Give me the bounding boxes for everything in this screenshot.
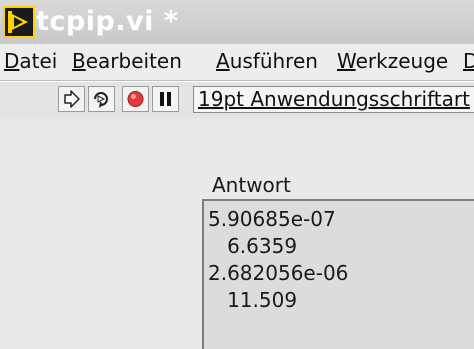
pause-button[interactable] (152, 86, 179, 112)
indicator-line: 5.90685e-07 (208, 207, 336, 231)
indicator-label: Antwort (212, 173, 291, 197)
indicator-line: 11.509 (208, 288, 298, 312)
labview-vi-icon[interactable] (3, 6, 35, 38)
menu-datei[interactable]: Datei (4, 49, 57, 73)
menu-bearbeiten-accel: B (72, 49, 86, 73)
menu-more[interactable]: D (463, 49, 474, 73)
menu-datei-accel: D (4, 49, 20, 73)
run-continuously-button[interactable] (88, 86, 115, 112)
indicator-line: 2.682056e-06 (208, 261, 349, 285)
menu-ausfuehren-accel: A (216, 49, 230, 73)
menu-werkzeuge-accel: W (337, 49, 356, 73)
menu-werkzeuge-rest: erkzeuge (355, 49, 449, 73)
font-selector-value: 19pt Anwendungsschriftart (198, 87, 470, 111)
toolbar: 19pt Anwendungsschriftart (0, 81, 474, 120)
abort-button[interactable] (122, 86, 149, 112)
menu-datei-rest: atei (19, 49, 58, 73)
string-indicator[interactable]: 5.90685e-07 6.6359 2.682056e-06 11.509 (202, 199, 474, 349)
menu-bearbeiten[interactable]: Bearbeiten (72, 49, 182, 73)
title-bar[interactable]: tcpip.vi * (0, 0, 474, 44)
window-title: tcpip.vi * (36, 6, 179, 37)
menu-ausfuehren-rest: usführen (229, 49, 318, 73)
menu-more-accel: D (463, 49, 474, 73)
menu-bearbeiten-rest: earbeiten (85, 49, 182, 73)
run-button[interactable] (58, 86, 85, 112)
menu-ausfuehren[interactable]: Ausführen (216, 49, 318, 73)
menu-bar: Datei Bearbeiten Ausführen Werkzeuge D (0, 44, 474, 81)
indicator-line: 6.6359 (208, 234, 298, 258)
font-selector[interactable]: 19pt Anwendungsschriftart (193, 86, 474, 113)
menu-werkzeuge[interactable]: Werkzeuge (337, 49, 448, 73)
